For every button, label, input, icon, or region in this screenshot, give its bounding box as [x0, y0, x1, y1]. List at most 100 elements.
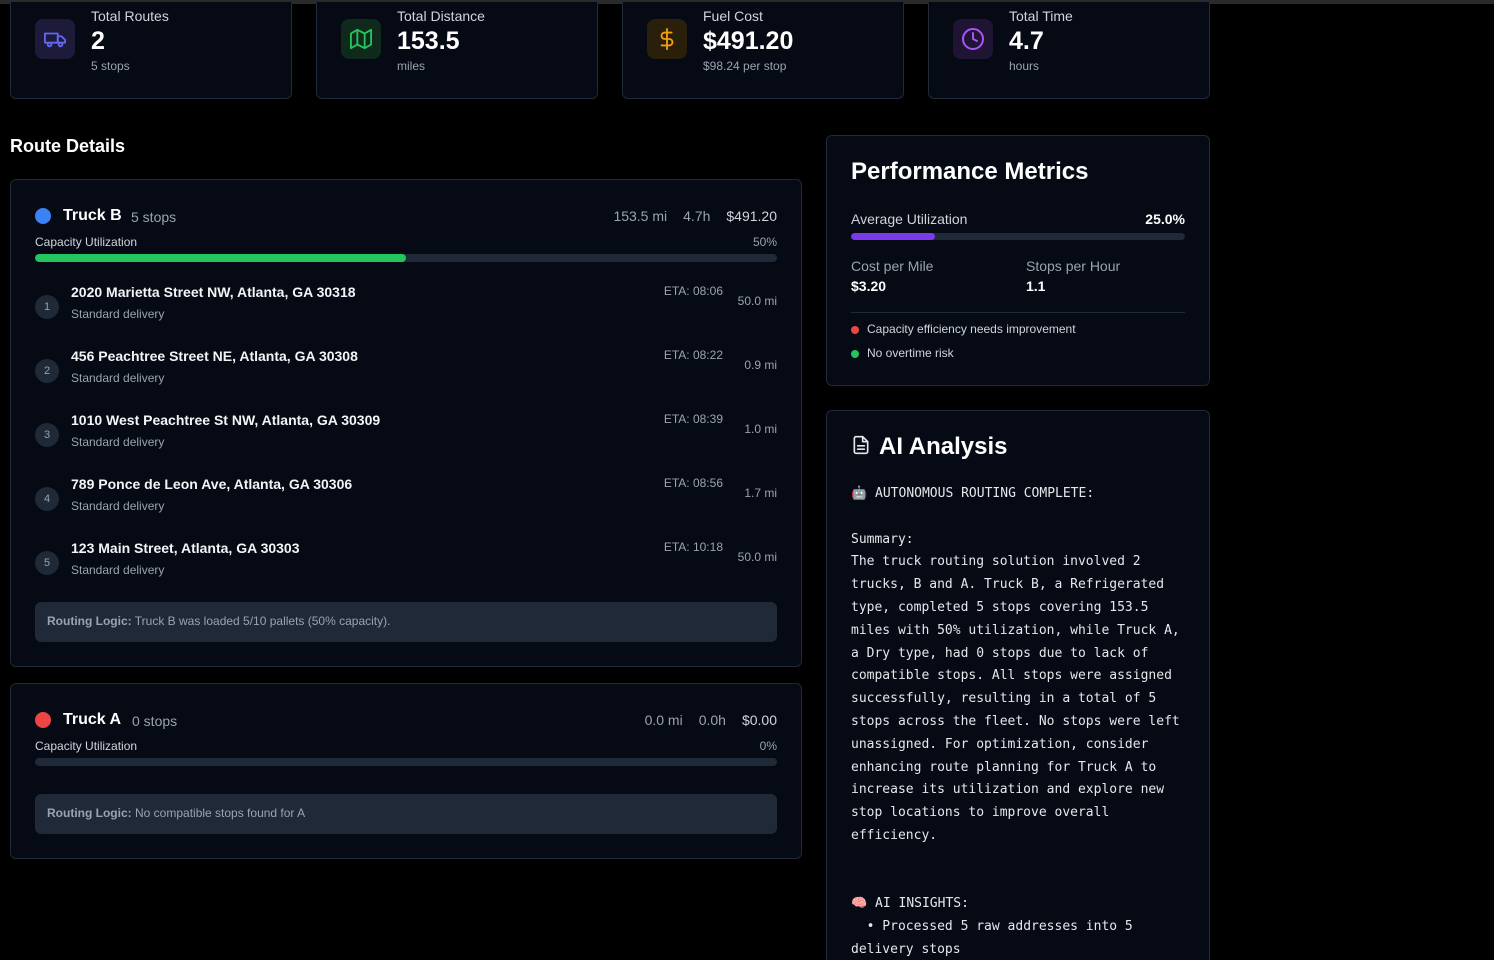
capacity-bar — [35, 254, 777, 262]
stop-item[interactable]: 1 2020 Marietta Street NW, Atlanta, GA 3… — [35, 284, 777, 334]
stop-address: 789 Ponce de Leon Ave, Atlanta, GA 30306 — [71, 476, 353, 492]
stop-eta: ETA: 08:39 — [663, 412, 723, 426]
stop-address: 1010 West Peachtree St NW, Atlanta, GA 3… — [71, 412, 381, 428]
truck-stops-count: 0 stops — [132, 713, 178, 729]
truck-name: Truck B — [63, 207, 122, 224]
stop-distance: 50.0 mi — [737, 294, 777, 308]
ai-analysis-card: AI Analysis 🤖 AUTONOMOUS ROUTING COMPLET… — [826, 410, 1210, 960]
cost-per-mile-label: Cost per Mile — [851, 258, 934, 274]
stop-eta: ETA: 10:18 — [663, 540, 723, 554]
stat-card-fuel-cost: Fuel Cost $491.20 $98.24 per stop — [622, 2, 904, 99]
stat-card-total-time: Total Time 4.7 hours — [928, 2, 1210, 99]
section-title: Route Details — [10, 136, 126, 156]
stop-number: 2 — [35, 359, 59, 383]
note-text: No overtime risk — [867, 346, 954, 360]
status-dot — [851, 350, 859, 358]
stat-sub: 5 stops — [91, 59, 130, 73]
routing-logic-box: Routing Logic: No compatible stops found… — [35, 794, 777, 834]
avg-utilization-value: 25.0% — [1145, 211, 1185, 227]
document-icon — [851, 435, 871, 460]
stops-per-hour-value: 1.1 — [1026, 278, 1046, 294]
stop-eta: ETA: 08:22 — [663, 348, 723, 362]
note-text: Capacity efficiency needs improvement — [867, 322, 1076, 336]
truck-color-dot — [35, 712, 51, 728]
stat-value: 2 — [91, 27, 105, 55]
performance-note: No overtime risk — [851, 346, 954, 360]
performance-note: Capacity efficiency needs improvement — [851, 322, 1076, 336]
ai-analysis-body: 🤖 AUTONOMOUS ROUTING COMPLETE: Summary: … — [851, 486, 1180, 957]
stop-number: 5 — [35, 551, 59, 575]
performance-metrics-card: Performance Metrics Average Utilization … — [826, 135, 1210, 386]
truck-metrics: 0.0 mi 0.0h $0.00 — [645, 712, 777, 728]
stat-card-total-routes: Total Routes 2 5 stops — [10, 2, 292, 99]
truck-name: Truck A — [63, 711, 122, 728]
routing-logic-box: Routing Logic: Truck B was loaded 5/10 p… — [35, 602, 777, 642]
avg-utilization-bar-fill — [851, 233, 935, 240]
capacity-percent: 0% — [759, 739, 777, 753]
truck-card-b[interactable]: Truck B 5 stops 153.5 mi 4.7h $491.20 Ca… — [10, 179, 802, 667]
stop-type: Standard delivery — [71, 435, 165, 449]
routing-logic-text: Truck B was loaded 5/10 pallets (50% cap… — [134, 614, 391, 628]
truck-cost: $0.00 — [741, 712, 777, 728]
stat-card-total-distance: Total Distance 153.5 miles — [316, 2, 598, 99]
stat-sub: $98.24 per stop — [703, 59, 787, 73]
stop-item[interactable]: 3 1010 West Peachtree St NW, Atlanta, GA… — [35, 412, 777, 462]
stop-address: 123 Main Street, Atlanta, GA 30303 — [71, 540, 300, 556]
status-dot — [851, 326, 859, 334]
stop-distance: 1.7 mi — [744, 486, 777, 500]
truck-color-dot — [35, 208, 51, 224]
stop-item[interactable]: 4 789 Ponce de Leon Ave, Atlanta, GA 303… — [35, 476, 777, 526]
capacity-bar-fill — [35, 254, 406, 262]
stops-per-hour-label: Stops per Hour — [1026, 258, 1121, 274]
stop-number: 4 — [35, 487, 59, 511]
truck-stops-count: 5 stops — [131, 209, 177, 225]
ai-analysis-title: AI Analysis — [879, 433, 1008, 460]
stop-distance: 0.9 mi — [744, 358, 777, 372]
routing-logic-label: Routing Logic: — [47, 614, 132, 628]
truck-icon — [35, 19, 75, 59]
stop-type: Standard delivery — [71, 499, 165, 513]
capacity-label: Capacity Utilization — [35, 235, 138, 249]
stat-label: Total Time — [1009, 8, 1073, 24]
capacity-label: Capacity Utilization — [35, 739, 138, 753]
stat-sub: miles — [397, 59, 426, 73]
capacity-percent: 50% — [752, 235, 777, 249]
truck-card-a[interactable]: Truck A 0 stops 0.0 mi 0.0h $0.00 Capaci… — [10, 683, 802, 859]
stop-type: Standard delivery — [71, 371, 165, 385]
stop-eta: ETA: 08:06 — [663, 284, 723, 298]
stop-number: 3 — [35, 423, 59, 447]
stop-item[interactable]: 5 123 Main Street, Atlanta, GA 30303 Sta… — [35, 540, 777, 590]
stop-eta: ETA: 08:56 — [663, 476, 723, 490]
divider — [851, 312, 1185, 313]
stat-value: 153.5 — [397, 27, 460, 55]
clock-icon — [953, 19, 993, 59]
stop-type: Standard delivery — [71, 307, 165, 321]
stop-address: 456 Peachtree Street NE, Atlanta, GA 303… — [71, 348, 358, 364]
stat-label: Total Distance — [397, 8, 485, 24]
stat-value: $491.20 — [703, 27, 794, 55]
stop-distance: 1.0 mi — [744, 422, 777, 436]
stat-label: Total Routes — [91, 8, 169, 24]
truck-metrics: 153.5 mi 4.7h $491.20 — [613, 208, 777, 224]
routing-logic-text: No compatible stops found for A — [135, 806, 306, 820]
stat-sub: hours — [1009, 59, 1040, 73]
stop-distance: 50.0 mi — [737, 550, 777, 564]
dollar-icon — [647, 19, 687, 59]
map-icon — [341, 19, 381, 59]
avg-utilization-label: Average Utilization — [851, 211, 968, 227]
routing-logic-label: Routing Logic: — [47, 806, 132, 820]
truck-time: 4.7h — [683, 208, 711, 224]
stop-number: 1 — [35, 295, 59, 319]
truck-cost: $491.20 — [726, 208, 777, 224]
stop-item[interactable]: 2 456 Peachtree Street NE, Atlanta, GA 3… — [35, 348, 777, 398]
avg-utilization-bar — [851, 233, 1185, 240]
stop-type: Standard delivery — [71, 563, 165, 577]
stop-address: 2020 Marietta Street NW, Atlanta, GA 303… — [71, 284, 356, 300]
cost-per-mile-value: $3.20 — [851, 278, 887, 294]
stat-label: Fuel Cost — [703, 8, 763, 24]
stat-value: 4.7 — [1009, 27, 1044, 55]
performance-title: Performance Metrics — [851, 158, 1089, 185]
truck-distance: 0.0 mi — [644, 712, 683, 728]
truck-time: 0.0h — [698, 712, 726, 728]
capacity-bar — [35, 758, 777, 766]
